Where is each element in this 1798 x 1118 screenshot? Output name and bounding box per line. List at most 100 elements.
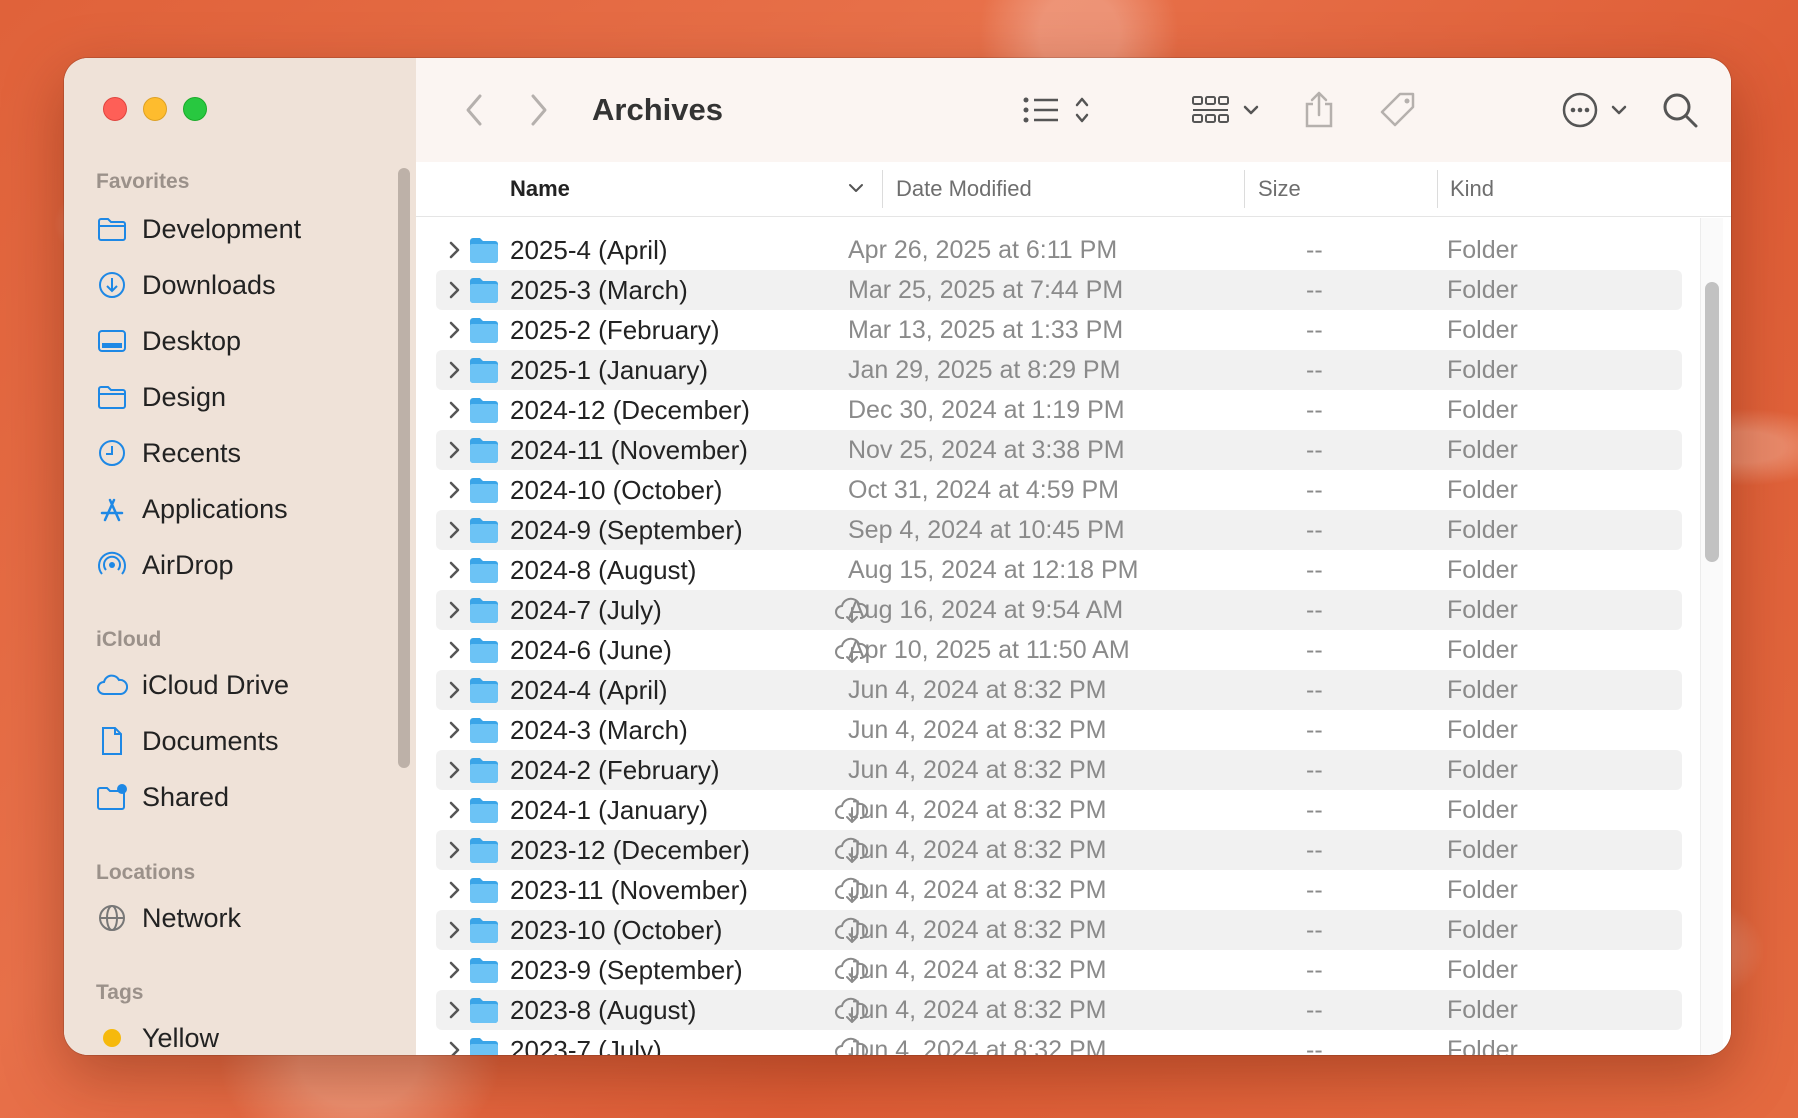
- table-row[interactable]: 2024-10 (October) Oct 31, 2024 at 4:59 PM…: [436, 470, 1682, 510]
- table-row[interactable]: 2024-4 (April) Jun 4, 2024 at 8:32 PM -- Fo…: [436, 670, 1682, 710]
- column-header-name[interactable]: Name: [510, 162, 570, 216]
- column-header-date[interactable]: Date Modified: [896, 162, 1032, 216]
- more-actions-button[interactable]: [1562, 88, 1632, 132]
- disclosure-chevron-icon[interactable]: [442, 598, 466, 622]
- scrollbar-thumb[interactable]: [1705, 282, 1719, 562]
- disclosure-chevron-icon[interactable]: [442, 758, 466, 782]
- table-row[interactable]: 2024-8 (August) Aug 15, 2024 at 12:18 PM -…: [436, 550, 1682, 590]
- file-size: --: [1306, 955, 1323, 984]
- disclosure-chevron-icon[interactable]: [442, 678, 466, 702]
- sidebar-item-desktop[interactable]: Desktop: [96, 319, 241, 363]
- column-header-kind[interactable]: Kind: [1450, 162, 1494, 216]
- view-options-button[interactable]: [1022, 88, 1106, 132]
- column-separator[interactable]: [1437, 170, 1438, 208]
- table-row[interactable]: 2024-2 (February) Jun 4, 2024 at 8:32 PM -…: [436, 750, 1682, 790]
- sidebar: Favorites Development Downloads Desktop …: [64, 58, 417, 1055]
- sidebar-item-icloud-drive[interactable]: iCloud Drive: [96, 663, 289, 707]
- file-kind: Folder: [1447, 515, 1518, 544]
- table-row[interactable]: 2024-11 (November) Nov 25, 2024 at 3:38 P…: [436, 430, 1682, 470]
- sidebar-item-label: Shared: [142, 781, 230, 812]
- table-row[interactable]: 2024-1 (January) Jun 4, 2024 at 8:32 PM --…: [436, 790, 1682, 830]
- file-name: 2023-12 (December): [510, 834, 750, 865]
- column-header-size[interactable]: Size: [1258, 162, 1301, 216]
- date-modified: Mar 13, 2025 at 1:33 PM: [848, 315, 1124, 344]
- cloud-icon: [96, 669, 128, 701]
- folder-icon: [470, 518, 498, 543]
- table-row[interactable]: 2025-2 (February) Mar 13, 2025 at 1:33 PM…: [436, 310, 1682, 350]
- disclosure-chevron-icon[interactable]: [442, 278, 466, 302]
- sidebar-item-documents[interactable]: Documents: [96, 719, 279, 763]
- column-separator[interactable]: [882, 170, 883, 208]
- zoom-window-button[interactable]: [183, 97, 207, 121]
- sidebar-item-tag-yellow[interactable]: Yellow: [96, 1016, 219, 1055]
- close-window-button[interactable]: [103, 97, 127, 121]
- folder-icon: [470, 638, 498, 663]
- forward-button[interactable]: [521, 88, 557, 132]
- clock-icon: [96, 437, 128, 469]
- table-row[interactable]: 2024-7 (July) Aug 16, 2024 at 9:54 AM -- Fo…: [436, 590, 1682, 630]
- tag-icon: [1380, 92, 1415, 127]
- date-modified: Sep 4, 2024 at 10:45 PM: [848, 515, 1125, 544]
- disclosure-chevron-icon[interactable]: [442, 958, 466, 982]
- disclosure-chevron-icon[interactable]: [442, 398, 466, 422]
- table-row[interactable]: 2023-10 (October) Jun 4, 2024 at 8:32 PM -…: [436, 910, 1682, 950]
- table-row[interactable]: 2024-9 (September) Sep 4, 2024 at 10:45 P…: [436, 510, 1682, 550]
- table-row[interactable]: 2024-6 (June) Apr 10, 2025 at 11:50 AM -- F…: [436, 630, 1682, 670]
- tag-button[interactable]: [1378, 88, 1418, 132]
- disclosure-chevron-icon[interactable]: [442, 518, 466, 542]
- sort-chevron-down-icon[interactable]: [846, 178, 866, 203]
- disclosure-chevron-icon[interactable]: [442, 798, 466, 822]
- file-name: 2023-7 (July): [510, 1034, 662, 1056]
- table-row[interactable]: 2025-4 (April) Apr 26, 2025 at 6:11 PM -- F…: [436, 230, 1682, 270]
- sidebar-item-label: Downloads: [142, 269, 276, 300]
- table-row[interactable]: 2024-3 (March) Jun 4, 2024 at 8:32 PM -- Fo…: [436, 710, 1682, 750]
- disclosure-chevron-icon[interactable]: [442, 438, 466, 462]
- search-button[interactable]: [1660, 88, 1700, 132]
- file-name: 2025-3 (March): [510, 274, 688, 305]
- folder-icon: [96, 213, 128, 245]
- disclosure-chevron-icon[interactable]: [442, 318, 466, 342]
- disclosure-chevron-icon[interactable]: [442, 358, 466, 382]
- file-size: --: [1306, 355, 1323, 384]
- sidebar-item-development[interactable]: Development: [96, 207, 301, 251]
- disclosure-chevron-icon[interactable]: [442, 558, 466, 582]
- sidebar-item-downloads[interactable]: Downloads: [96, 263, 276, 307]
- folder-icon: [470, 438, 498, 463]
- table-row[interactable]: 2023-12 (December) Jun 4, 2024 at 8:32 PM…: [436, 830, 1682, 870]
- disclosure-chevron-icon[interactable]: [442, 998, 466, 1022]
- disclosure-chevron-icon[interactable]: [442, 238, 466, 262]
- file-name: 2025-2 (February): [510, 314, 720, 345]
- file-name: 2024-7 (July): [510, 594, 662, 625]
- file-kind: Folder: [1447, 835, 1518, 864]
- group-button[interactable]: [1191, 88, 1267, 132]
- disclosure-chevron-icon[interactable]: [442, 478, 466, 502]
- table-row[interactable]: 2023-8 (August) Jun 4, 2024 at 8:32 PM -- F…: [436, 990, 1682, 1030]
- disclosure-chevron-icon[interactable]: [442, 918, 466, 942]
- table-row[interactable]: 2023-9 (September) Jun 4, 2024 at 8:32 PM…: [436, 950, 1682, 990]
- date-modified: Jan 29, 2025 at 8:29 PM: [848, 355, 1121, 384]
- back-button[interactable]: [456, 88, 492, 132]
- sidebar-scrollbar[interactable]: [398, 168, 410, 768]
- column-separator[interactable]: [1244, 170, 1245, 208]
- disclosure-chevron-icon[interactable]: [442, 638, 466, 662]
- folder-icon: [470, 998, 498, 1023]
- disclosure-chevron-icon[interactable]: [442, 838, 466, 862]
- table-row[interactable]: 2023-11 (November) Jun 4, 2024 at 8:32 PM…: [436, 870, 1682, 910]
- table-row[interactable]: 2023-7 (July) Jun 4, 2024 at 8:32 PM -- Fol…: [436, 1030, 1682, 1055]
- sidebar-item-airdrop[interactable]: AirDrop: [96, 543, 234, 587]
- sidebar-item-applications[interactable]: Applications: [96, 487, 288, 531]
- sidebar-item-shared[interactable]: Shared: [96, 775, 229, 819]
- finder-window: Favorites Development Downloads Desktop …: [64, 58, 1731, 1055]
- sidebar-item-label: Design: [142, 381, 227, 412]
- table-row[interactable]: 2025-3 (March) Mar 25, 2025 at 7:44 PM -- F…: [436, 270, 1682, 310]
- sidebar-item-network[interactable]: Network: [96, 896, 241, 940]
- share-button[interactable]: [1302, 88, 1336, 132]
- disclosure-chevron-icon[interactable]: [442, 718, 466, 742]
- table-row[interactable]: 2025-1 (January) Jan 29, 2025 at 8:29 PM -…: [436, 350, 1682, 390]
- table-row[interactable]: 2024-12 (December) Dec 30, 2024 at 1:19 P…: [436, 390, 1682, 430]
- sidebar-item-design[interactable]: Design: [96, 375, 226, 419]
- sidebar-item-recents[interactable]: Recents: [96, 431, 241, 475]
- disclosure-chevron-icon[interactable]: [442, 878, 466, 902]
- minimize-window-button[interactable]: [143, 97, 167, 121]
- disclosure-chevron-icon[interactable]: [442, 1038, 466, 1055]
